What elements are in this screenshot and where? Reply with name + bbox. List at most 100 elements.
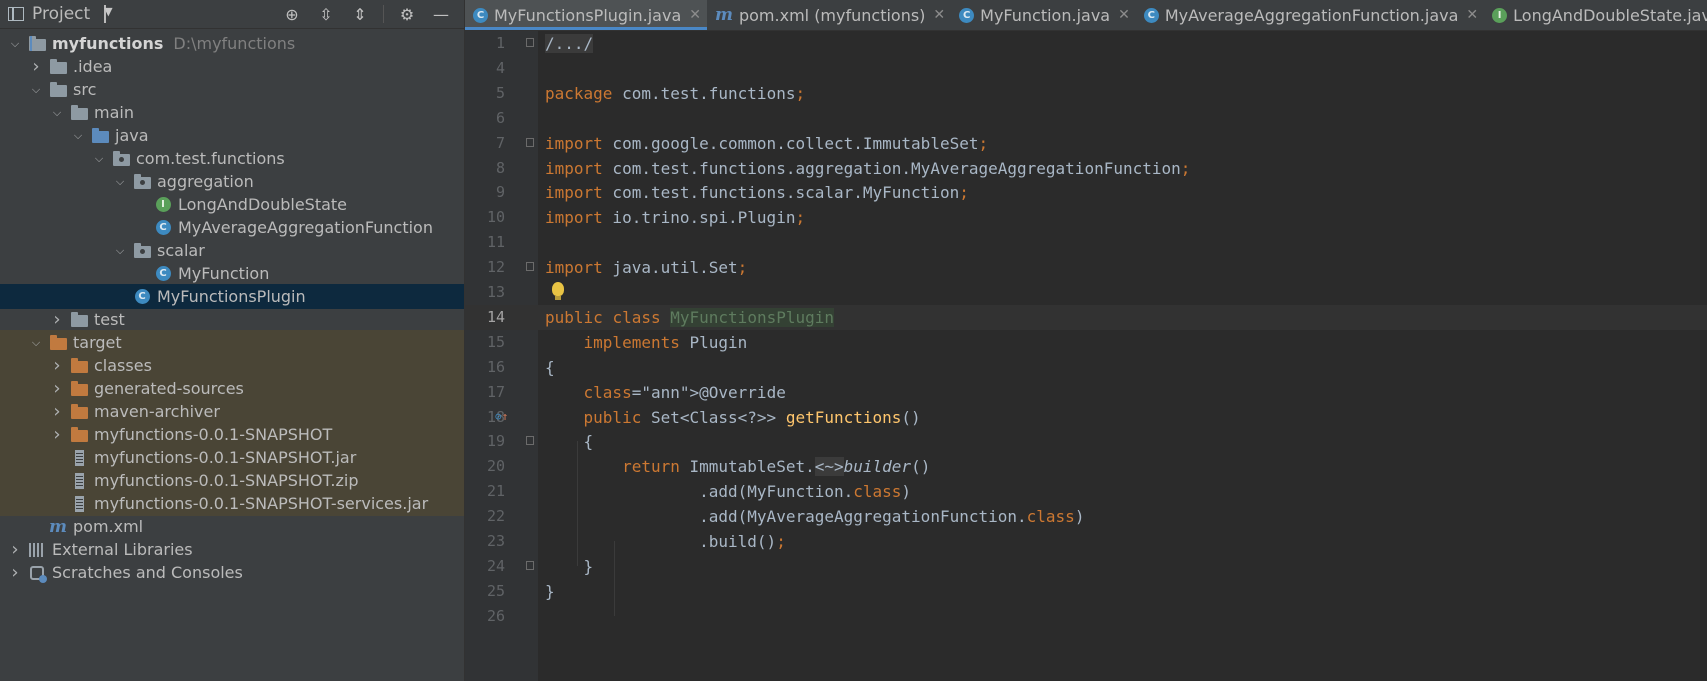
tree-item[interactable]: myfunctions-0.0.1-SNAPSHOT.jar [0,445,464,470]
code-line[interactable]: 8 import com.test.functions.aggregation.M… [465,156,1707,181]
line-number: 13 [486,283,505,301]
project-view-selector[interactable]: Project ▼ [8,3,113,25]
scratches-icon [28,565,47,583]
code-line[interactable]: 15 implements Plugin [465,330,1707,355]
editor-tab[interactable]: C MyFunctionsPlugin.java ✕ [465,0,707,30]
chevron-down-icon[interactable]: ⌵ [113,244,127,258]
code-line[interactable]: 10 import io.trino.spi.Plugin; [465,205,1707,230]
tree-item[interactable]: ⌵ scalar [0,238,464,263]
chevron-right-icon[interactable]: › [50,424,64,445]
tree-item[interactable]: › myfunctions-0.0.1-SNAPSHOT [0,422,464,447]
editor-tab[interactable]: m pom.xml (myfunctions) ✕ [707,0,951,30]
chevron-right-icon[interactable]: › [50,401,64,422]
tree-item[interactable]: ⌵ myfunctions D:\myfunctions [0,31,464,56]
code-line[interactable]: 23 .build(); [465,529,1707,554]
editor-tab[interactable]: C MyAverageAggregationFunction.java ✕ [1136,0,1484,30]
chevron-down-icon[interactable]: ⌵ [8,37,22,51]
code-line[interactable]: 25} [465,579,1707,604]
project-panel-toolbar: ⊕ ⇳ ⇕ ⚙ — [275,3,458,25]
chevron-down-icon[interactable]: ⌵ [50,106,64,120]
fold-marker-icon[interactable] [526,436,534,446]
code-line[interactable]: 1 /.../ [465,31,1707,56]
code-line[interactable]: 6 [465,106,1707,131]
tree-item[interactable]: C MyAverageAggregationFunction [0,215,464,240]
code-text: .add(MyFunction.class) [545,482,912,502]
editor-area: C MyFunctionsPlugin.java ✕ m pom.xml (myfunc… [465,0,1707,681]
tree-item[interactable]: › Scratches and Consoles [0,560,464,585]
code-line[interactable]: 9 import com.test.functions.scalar.MyFunc… [465,180,1707,205]
fold-marker-icon[interactable] [526,38,534,47]
code-line[interactable]: 20 return ImmutableSet.<~>builder() [465,454,1707,479]
tree-item[interactable]: ⌵ aggregation [0,169,464,194]
code-line[interactable]: 18 ⊙↑ public Set<Class<?>> getFunctions() [465,405,1707,430]
tree-item[interactable]: ⌵ com.test.functions [0,146,464,171]
line-number: 6 [495,108,505,127]
hide-panel-icon[interactable]: — [424,3,458,25]
fold-marker-icon[interactable] [526,137,534,147]
chevron-right-icon[interactable]: › [50,378,64,399]
locate-file-icon[interactable]: ⊕ [275,3,309,25]
code-editor[interactable]: 1 /.../ 4 5 package com.test.functions; 6 7 imp… [465,31,1707,681]
code-line[interactable]: 21 .add(MyFunction.class) [465,479,1707,504]
fold-marker-icon[interactable] [526,560,534,570]
code-line[interactable]: 12 import java.util.Set; [465,255,1707,280]
gear-icon[interactable]: ⚙ [390,3,424,25]
chevron-down-icon[interactable]: ⌵ [113,175,127,189]
editor-tab[interactable]: C MyFunction.java ✕ [951,0,1136,30]
code-line[interactable]: 26 [465,604,1707,629]
code-line[interactable]: 11 [465,230,1707,255]
close-icon[interactable]: ✕ [1466,7,1478,23]
class-icon: C [133,289,151,305]
tree-item-label: target [73,333,122,352]
close-icon[interactable]: ✕ [1118,7,1130,23]
collapse-all-icon[interactable]: ⇕ [343,3,377,25]
excluded-folder-icon [70,404,88,420]
chevron-right-icon[interactable]: › [50,309,64,330]
chevron-right-icon[interactable]: › [8,539,22,560]
tree-item[interactable]: › maven-archiver [0,399,464,424]
tree-item[interactable]: ⌵ java [0,123,464,148]
code-line[interactable]: 14 public class MyFunctionsPlugin [465,304,1707,330]
tree-item[interactable]: ⌵ main [0,100,464,125]
tree-item[interactable]: C MyFunction [0,261,464,286]
chevron-right-icon[interactable]: › [8,562,22,583]
tree-item[interactable]: › External Libraries [0,537,464,562]
lightbulb-icon[interactable] [552,282,564,300]
tree-item[interactable]: ⌵ src [0,77,464,102]
tree-item[interactable]: myfunctions-0.0.1-SNAPSHOT.zip [0,468,464,493]
override-method-icon[interactable]: ⊙↑ [495,410,508,423]
close-icon[interactable]: ✕ [689,7,701,23]
tree-item[interactable]: › test [0,307,464,332]
tree-item-label: test [94,310,125,329]
package-icon [133,174,151,190]
code-line[interactable]: 19 { [465,429,1707,454]
line-number: 4 [495,58,505,77]
chevron-right-icon[interactable]: › [50,355,64,376]
tree-item[interactable]: m pom.xml [0,514,464,539]
chevron-down-icon[interactable]: ⌵ [92,152,106,166]
code-line[interactable]: 22 .add(MyAverageAggregationFunction.cla… [465,504,1707,529]
code-line[interactable]: 13 [465,280,1707,305]
code-line[interactable]: 5 package com.test.functions; [465,81,1707,106]
chevron-right-icon[interactable]: › [29,56,43,77]
code-line[interactable]: 4 [465,56,1707,81]
chevron-down-icon[interactable]: ⌵ [29,83,43,97]
code-line[interactable]: 16 { [465,355,1707,380]
tree-item[interactable]: ⌵ target [0,330,464,355]
close-icon[interactable]: ✕ [933,7,945,23]
chevron-down-icon[interactable]: ⌵ [29,336,43,350]
tree-item[interactable]: › .idea [0,54,464,79]
tree-item[interactable]: myfunctions-0.0.1-SNAPSHOT-services.jar [0,491,464,516]
code-line[interactable]: 7 import com.google.common.collect.Immuta… [465,131,1707,156]
tree-item[interactable]: › generated-sources [0,376,464,401]
code-line[interactable]: 17 class="ann">@Override [465,380,1707,405]
tree-item[interactable]: › classes [0,353,464,378]
code-line[interactable]: 24 } [465,554,1707,579]
editor-tab[interactable]: ILongAndDoubleState.java✕ [1484,0,1707,30]
fold-marker-icon[interactable] [526,262,534,272]
chevron-down-icon[interactable]: ⌵ [71,129,85,143]
tree-item-label: pom.xml [73,517,144,536]
expand-all-icon[interactable]: ⇳ [309,3,343,25]
tree-item[interactable]: C MyFunctionsPlugin [0,284,464,309]
tree-item[interactable]: I LongAndDoubleState [0,192,464,217]
